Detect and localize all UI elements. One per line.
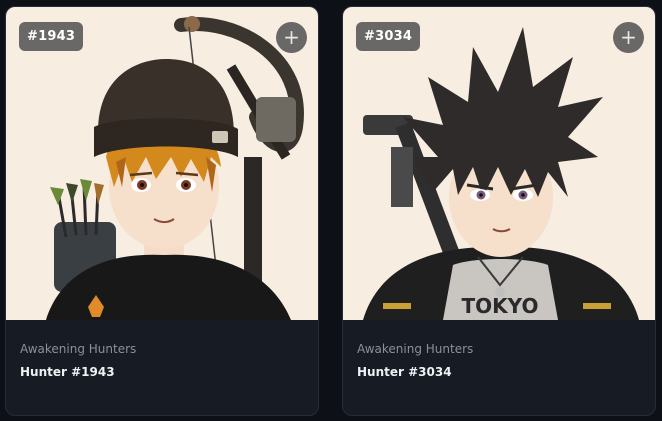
plus-icon: + bbox=[620, 25, 637, 49]
collection-name[interactable]: Awakening Hunters bbox=[357, 341, 641, 357]
hunter-illustration-archer bbox=[46, 16, 304, 320]
nft-card[interactable]: TOKYO #3034 + Awakening Hunters Hunter #… bbox=[342, 6, 656, 416]
shirt-print: TOKYO bbox=[462, 294, 539, 318]
plus-icon: + bbox=[283, 25, 300, 49]
token-id-badge: #1943 bbox=[19, 22, 84, 51]
collection-name[interactable]: Awakening Hunters bbox=[20, 341, 304, 357]
nft-artwork[interactable]: #1943 + bbox=[6, 7, 318, 320]
nft-card[interactable]: #1943 + Awakening Hunters Hunter #1943 bbox=[5, 6, 319, 416]
add-to-cart-button[interactable]: + bbox=[276, 22, 307, 53]
card-info: Awakening Hunters Hunter #3034 bbox=[343, 320, 655, 415]
card-info: Awakening Hunters Hunter #1943 bbox=[6, 320, 318, 415]
token-id-badge: #3034 bbox=[356, 22, 421, 51]
nft-artwork[interactable]: TOKYO #3034 + bbox=[343, 7, 655, 320]
nft-name[interactable]: Hunter #3034 bbox=[357, 364, 641, 380]
nft-name[interactable]: Hunter #1943 bbox=[20, 364, 304, 380]
add-to-cart-button[interactable]: + bbox=[613, 22, 644, 53]
hunter-illustration-swordsman: TOKYO bbox=[363, 27, 639, 320]
